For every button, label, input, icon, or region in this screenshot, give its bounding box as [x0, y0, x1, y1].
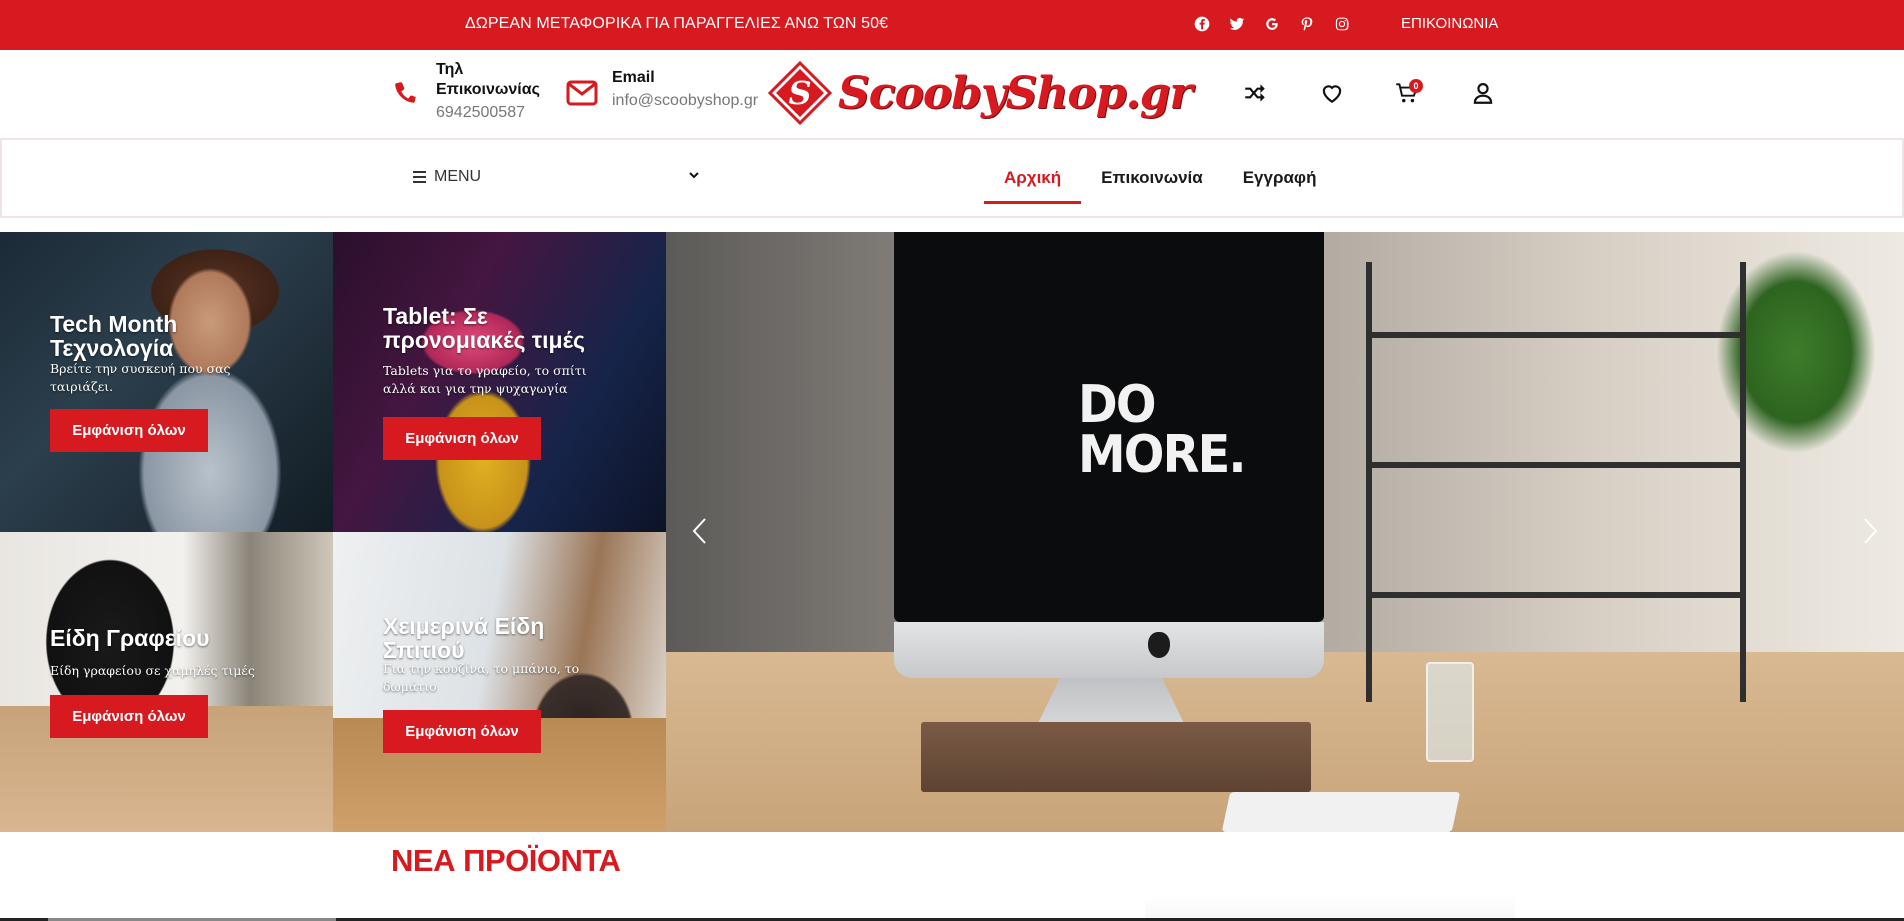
chevron-down-icon[interactable] — [688, 169, 700, 181]
heart-icon[interactable] — [1319, 80, 1345, 106]
wood-block — [921, 722, 1311, 792]
tile-subtitle: Βρείτε την συσκευή που σας ταιριάζει. — [50, 361, 231, 394]
phone-number[interactable]: 6942500587 — [436, 102, 546, 124]
new-products-heading: ΝΕΑ ΠΡΟΪΟΝΤΑ — [391, 843, 621, 878]
keyboard-decor — [1221, 792, 1461, 832]
tile-subtitle: Για την κουζίνα, το μπάνιο, το δωμάτιο — [383, 661, 580, 694]
svg-text:S: S — [788, 74, 811, 112]
user-icon[interactable] — [1470, 80, 1496, 106]
phone-label: Τηλ Επικοινωνίας — [436, 61, 540, 98]
phone-contact: Τηλ Επικοινωνίας 6942500587 — [436, 60, 546, 124]
nav-link-home[interactable]: Αρχική — [984, 140, 1082, 216]
top-bar: ΔΩΡΕΑΝ ΜΕΤΑΦΟΡΙΚΑ ΓΙΑ ΠΑΡΑΓΓΕΛΙΕΣ ΑΝΩ ΤΩ… — [0, 0, 1904, 50]
pinterest-icon[interactable] — [1298, 15, 1316, 33]
email-address[interactable]: info@scoobyshop.gr — [612, 90, 758, 112]
shelf-decor — [1366, 262, 1746, 702]
twitter-icon[interactable] — [1228, 15, 1246, 33]
hero-screen-text: DO MORE. — [1078, 375, 1247, 485]
menu-label: MENU — [434, 168, 482, 185]
site-header: Τηλ Επικοινωνίας 6942500587 Email info@s… — [0, 50, 1904, 136]
site-logo[interactable]: S ScoobyShop.gr — [768, 54, 1193, 132]
promo-tile-office: Είδη Γραφείου Είδη γραφείου σε χαμηλές τ… — [0, 532, 333, 832]
facebook-icon[interactable] — [1193, 15, 1211, 33]
screen-text-line2: MORE. — [1078, 425, 1247, 485]
cart-count-badge: 0 — [1409, 79, 1423, 93]
arrow-right-icon[interactable] — [1860, 516, 1880, 546]
shuffle-compare-icon[interactable] — [1242, 80, 1268, 106]
email-label: Email — [612, 69, 655, 86]
envelope-icon — [566, 80, 598, 106]
contact-top-link[interactable]: ΕΠΙΚΟΙΝΩΝΙΑ — [1401, 15, 1498, 32]
tile-title: Tech Month Τεχνολογία — [50, 311, 178, 361]
nav-link-contact[interactable]: Επικοινωνία — [1081, 140, 1223, 216]
tile-title: Είδη Γραφείου — [50, 625, 210, 651]
nav-link-register[interactable]: Εγγραφή — [1223, 140, 1337, 216]
instagram-icon[interactable] — [1333, 15, 1351, 33]
tile-title: Tablet: Σε προνομιακές τιμές — [383, 303, 585, 353]
tile-subtitle: Tablets για το γραφείο, το σπίτι αλλά κα… — [383, 363, 587, 396]
promo-tile-winter-home: Χειμερινά Είδη Σπιτιού Για την κουζίνα, … — [333, 532, 666, 832]
hero-slider: DO MORE. — [666, 232, 1904, 832]
arrow-left-icon[interactable] — [690, 516, 710, 546]
nav-links: Αρχική Επικοινωνία Εγγραφή — [984, 140, 1336, 216]
phone-icon — [390, 78, 420, 108]
show-all-button[interactable]: Εμφάνιση όλων — [50, 409, 208, 452]
email-contact: Email info@scoobyshop.gr — [612, 68, 758, 112]
show-all-button[interactable]: Εμφάνιση όλων — [383, 710, 541, 753]
show-all-button[interactable]: Εμφάνιση όλων — [383, 417, 541, 460]
google-icon[interactable] — [1263, 15, 1281, 33]
screen-text-line1: DO — [1078, 375, 1157, 435]
logo-s-icon: S — [768, 61, 832, 125]
tile-title: Χειμερινά Είδη Σπιτιού — [383, 613, 545, 663]
logo-wordmark: ScoobyShop.gr — [838, 67, 1193, 119]
promo-tile-tech-month: Tech Month Τεχνολογία Βρείτε την συσκευή… — [0, 232, 333, 532]
promo-tile-tablet: Tablet: Σε προνομιακές τιμές Tablets για… — [333, 232, 666, 532]
social-links — [1193, 15, 1351, 33]
hamburger-icon — [413, 171, 426, 183]
show-all-button[interactable]: Εμφάνιση όλων — [50, 695, 208, 738]
monitor-chin — [894, 622, 1324, 678]
free-shipping-promo: ΔΩΡΕΑΝ ΜΕΤΑΦΟΡΙΚΑ ΓΙΑ ΠΑΡΑΓΓΕΛΙΕΣ ΑΝΩ ΤΩ… — [465, 15, 889, 32]
tile-subtitle: Είδη γραφείου σε χαμηλές τιμές — [50, 663, 255, 678]
apple-logo-icon — [1148, 632, 1170, 658]
main-navbar: MENU Αρχική Επικοινωνία Εγγραφή — [0, 138, 1904, 218]
menu-toggle[interactable]: MENU — [413, 168, 481, 186]
glass-decor — [1426, 662, 1474, 762]
